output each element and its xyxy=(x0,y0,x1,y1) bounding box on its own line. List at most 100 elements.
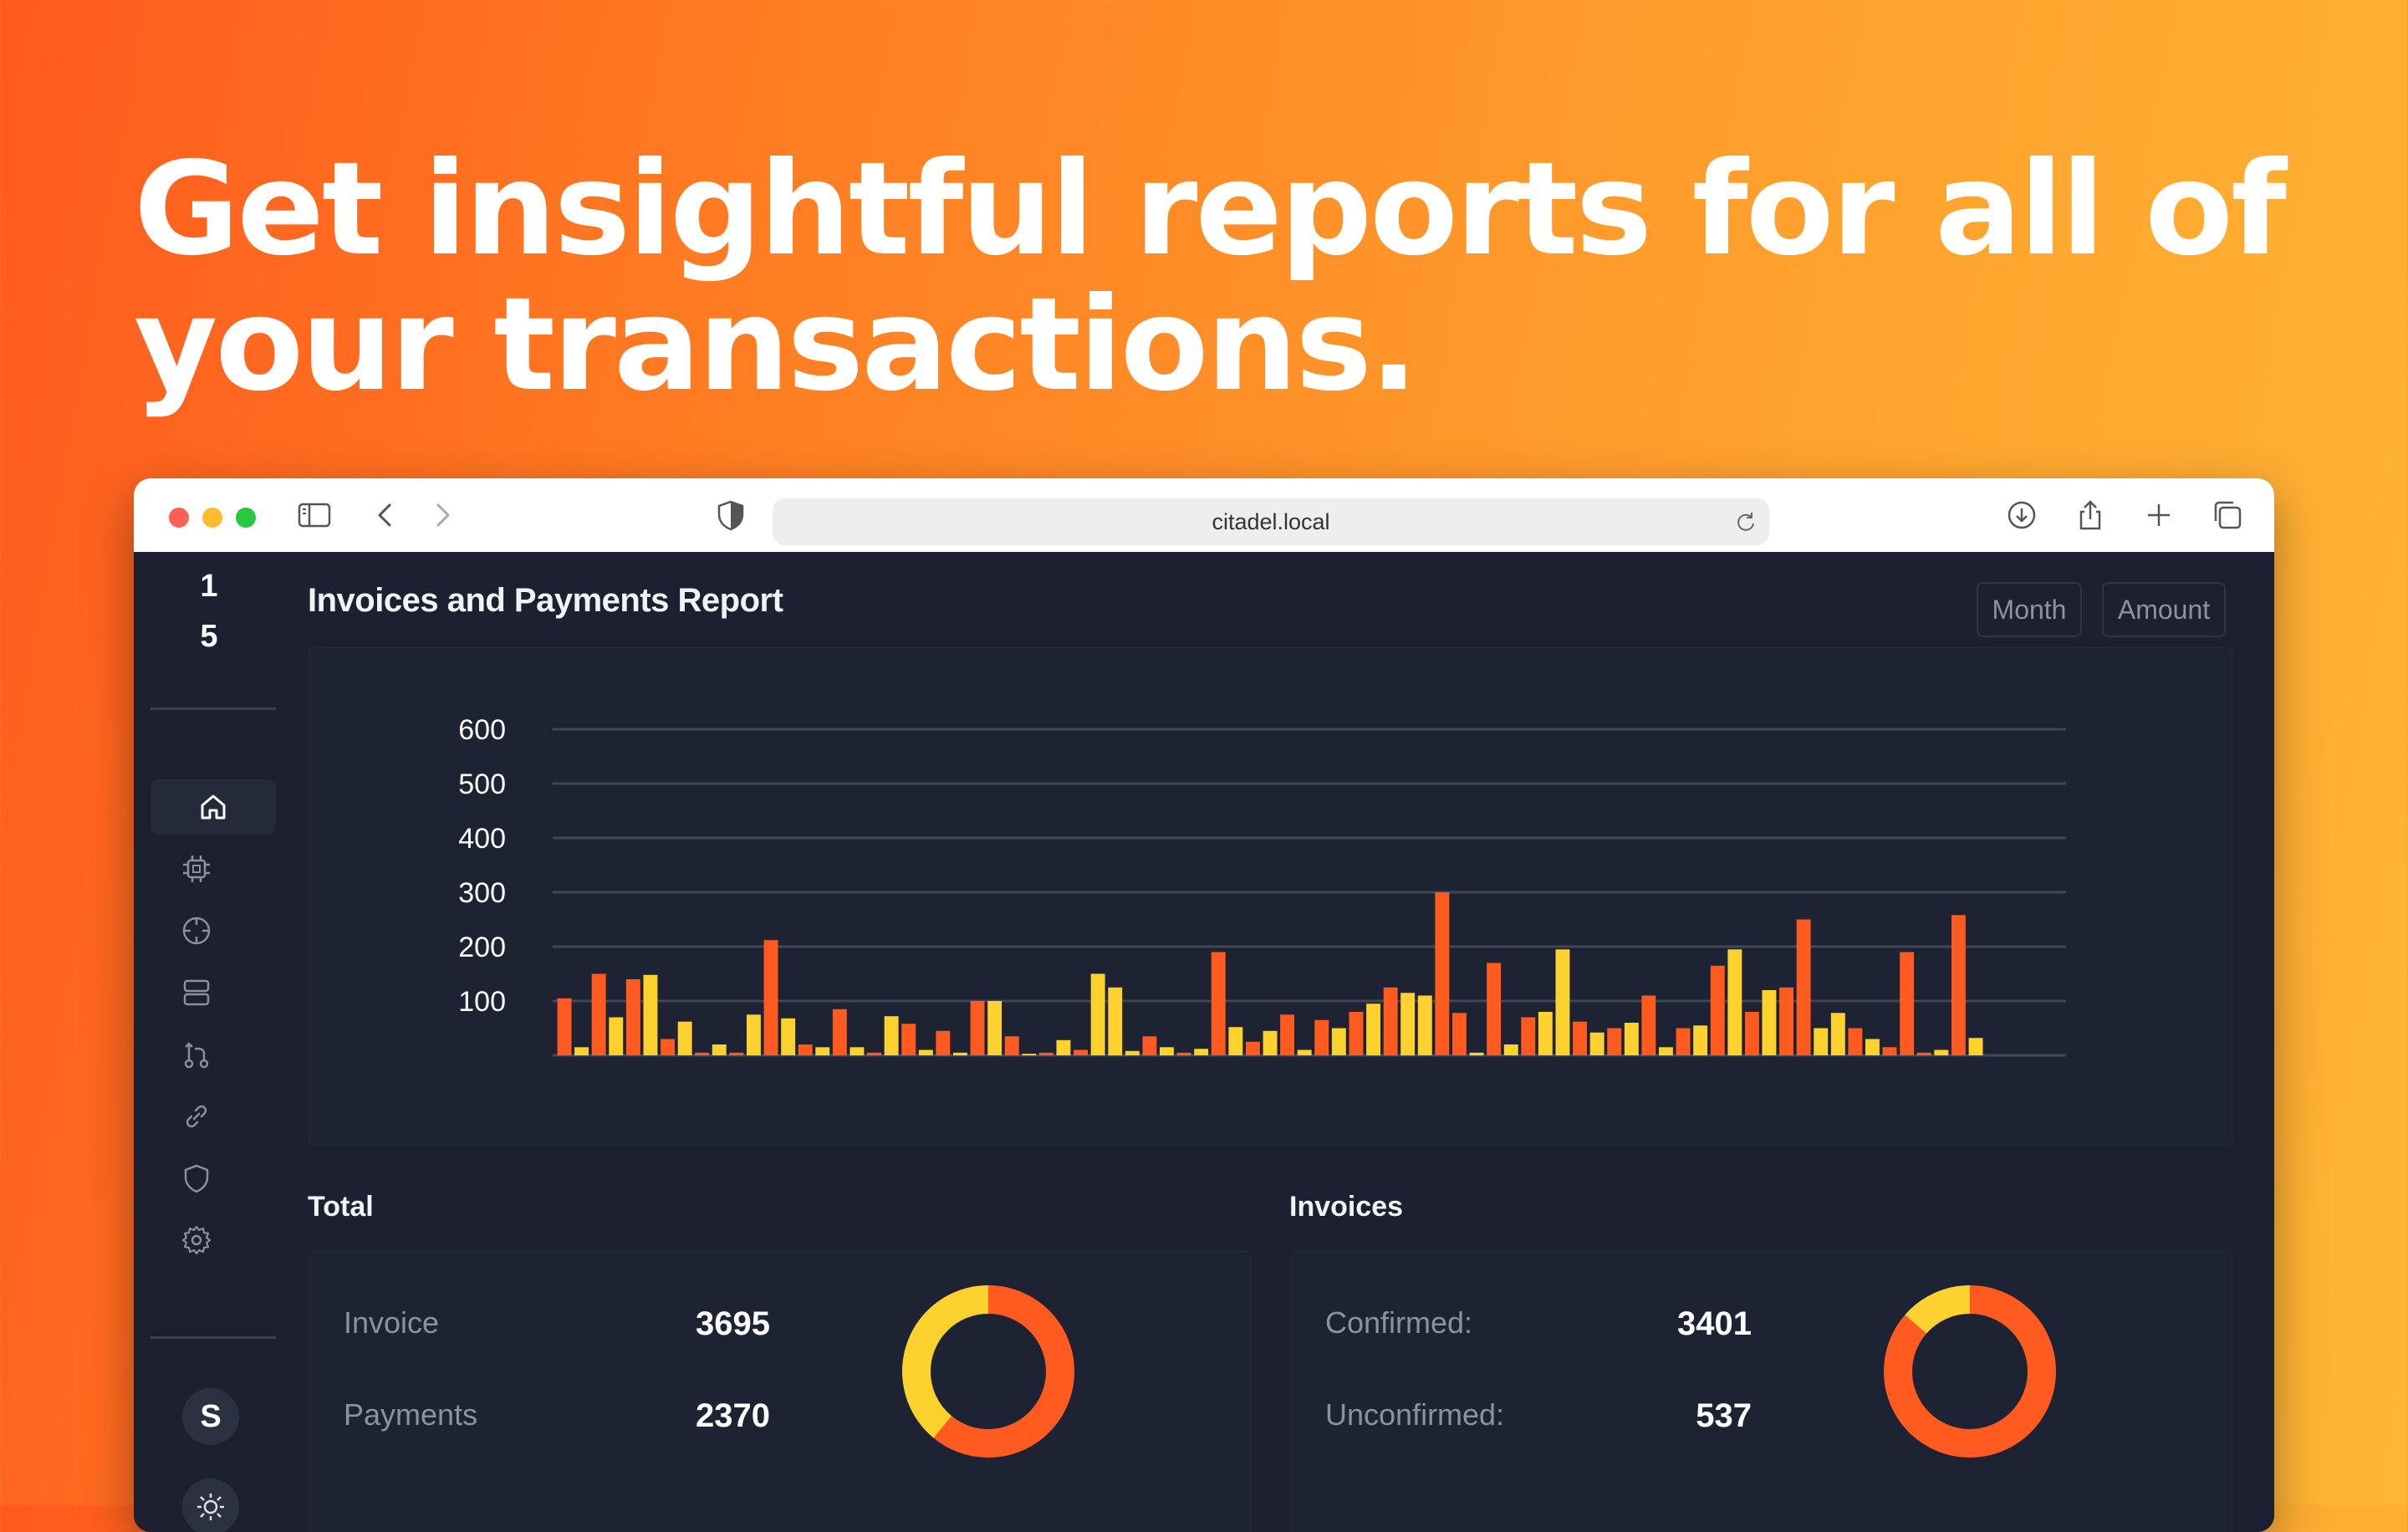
payment-bar[interactable] xyxy=(1417,995,1432,1056)
sidebar-item-crosshair[interactable] xyxy=(169,903,224,958)
invoice-bar[interactable] xyxy=(867,1052,881,1056)
payment-bar[interactable] xyxy=(1968,1038,1983,1055)
invoice-bar[interactable] xyxy=(1882,1047,1897,1056)
close-window-button[interactable] xyxy=(169,508,189,528)
invoice-bar[interactable] xyxy=(1314,1019,1329,1056)
invoice-bar[interactable] xyxy=(1900,952,1915,1056)
invoice-bar[interactable] xyxy=(591,973,606,1056)
payment-bar[interactable] xyxy=(574,1047,589,1056)
invoice-bar[interactable] xyxy=(1710,965,1725,1056)
invoice-bar[interactable] xyxy=(1246,1041,1260,1056)
sidebar-item-link[interactable] xyxy=(169,1089,224,1144)
invoice-bar[interactable] xyxy=(1004,1036,1019,1056)
invoice-bar[interactable] xyxy=(1848,1028,1863,1056)
invoice-bar[interactable] xyxy=(1349,1012,1364,1055)
sidebar-item-git-compare[interactable] xyxy=(169,1027,224,1082)
invoice-bar[interactable] xyxy=(1280,1014,1294,1056)
invoice-bar[interactable] xyxy=(1074,1049,1088,1056)
payment-bar[interactable] xyxy=(918,1049,933,1056)
sidebar-item-server[interactable] xyxy=(169,965,224,1020)
invoice-bar[interactable] xyxy=(1573,1021,1587,1055)
payment-bar[interactable] xyxy=(1865,1039,1880,1056)
payment-bar[interactable] xyxy=(1830,1013,1845,1055)
payment-bar[interactable] xyxy=(1814,1028,1829,1056)
invoice-bar[interactable] xyxy=(1452,1013,1467,1055)
payment-bar[interactable] xyxy=(1194,1049,1209,1055)
minimize-window-button[interactable] xyxy=(202,508,222,528)
invoice-bar[interactable] xyxy=(1487,963,1502,1056)
payment-bar[interactable] xyxy=(849,1047,865,1056)
new-tab-plus-icon[interactable] xyxy=(2140,497,2177,534)
payment-bar[interactable] xyxy=(1331,1028,1346,1056)
payment-bar[interactable] xyxy=(1125,1050,1140,1055)
payment-bar[interactable] xyxy=(712,1044,727,1055)
invoice-bar[interactable] xyxy=(1435,892,1450,1055)
theme-toggle-button[interactable] xyxy=(182,1478,239,1532)
invoice-bar[interactable] xyxy=(1211,952,1226,1056)
sidebar-toggle-icon[interactable] xyxy=(296,497,333,534)
invoice-bar[interactable] xyxy=(1796,919,1811,1056)
shield-privacy-icon[interactable] xyxy=(712,497,749,534)
payment-bar[interactable] xyxy=(1762,990,1777,1055)
amount-filter-button[interactable]: Amount xyxy=(2102,582,2226,637)
payment-bar[interactable] xyxy=(781,1018,796,1055)
tabs-overview-icon[interactable] xyxy=(2209,497,2246,534)
invoice-bar[interactable] xyxy=(936,1030,951,1056)
invoice-bar[interactable] xyxy=(1951,915,1966,1055)
payment-bar[interactable] xyxy=(1056,1039,1071,1055)
payment-bar[interactable] xyxy=(1297,1049,1312,1056)
invoice-bar[interactable] xyxy=(1039,1052,1054,1056)
payment-bar[interactable] xyxy=(987,1001,1002,1055)
invoice-bar[interactable] xyxy=(1779,987,1793,1056)
reload-icon[interactable] xyxy=(1734,510,1758,534)
payment-bar[interactable] xyxy=(1366,1003,1380,1056)
share-icon[interactable] xyxy=(2072,497,2109,534)
payment-bar[interactable] xyxy=(609,1017,624,1056)
payment-bar[interactable] xyxy=(815,1047,830,1056)
invoice-bar[interactable] xyxy=(1916,1052,1931,1056)
payment-bar[interactable] xyxy=(747,1014,761,1056)
sidebar-item-home[interactable] xyxy=(150,779,276,835)
payment-bar[interactable] xyxy=(1555,949,1570,1056)
invoice-bar[interactable] xyxy=(1641,995,1656,1056)
invoice-bar[interactable] xyxy=(1745,1012,1759,1055)
invoice-bar[interactable] xyxy=(661,1039,675,1056)
payment-bar[interactable] xyxy=(1090,973,1105,1056)
payment-bar[interactable] xyxy=(1108,987,1123,1056)
payment-bar[interactable] xyxy=(1659,1047,1673,1056)
invoice-bar[interactable] xyxy=(798,1044,813,1055)
payment-bar[interactable] xyxy=(643,974,658,1055)
payment-bar[interactable] xyxy=(1022,1054,1037,1056)
invoice-bar[interactable] xyxy=(1521,1017,1536,1056)
payment-bar[interactable] xyxy=(1263,1030,1278,1056)
invoice-bar[interactable] xyxy=(625,979,640,1055)
invoice-bar[interactable] xyxy=(1607,1028,1622,1056)
address-bar[interactable]: citadel.local xyxy=(773,498,1769,545)
invoice-bar[interactable] xyxy=(763,940,778,1055)
payment-bar[interactable] xyxy=(1538,1012,1553,1055)
payment-bar[interactable] xyxy=(1934,1049,1949,1056)
payment-bar[interactable] xyxy=(1624,1023,1639,1055)
sidebar-item-shield[interactable] xyxy=(169,1151,224,1206)
invoice-bar[interactable] xyxy=(832,1009,847,1056)
payment-bar[interactable] xyxy=(1727,949,1742,1056)
payment-bar[interactable] xyxy=(1400,993,1416,1056)
payment-bar[interactable] xyxy=(1589,1032,1604,1055)
invoice-bar[interactable] xyxy=(695,1052,710,1056)
sidebar-item-chip[interactable] xyxy=(169,841,224,896)
back-arrow-icon[interactable] xyxy=(368,497,405,534)
forward-arrow-icon[interactable] xyxy=(423,497,460,534)
invoice-bar[interactable] xyxy=(970,1001,985,1055)
payment-bar[interactable] xyxy=(1160,1047,1174,1056)
payment-bar[interactable] xyxy=(953,1052,967,1056)
month-filter-button[interactable]: Month xyxy=(1977,582,2082,637)
invoice-bar[interactable] xyxy=(1383,987,1398,1056)
payment-bar[interactable] xyxy=(1228,1027,1243,1055)
payment-bar[interactable] xyxy=(1469,1052,1484,1056)
payment-bar[interactable] xyxy=(677,1021,692,1055)
zoom-window-button[interactable] xyxy=(236,508,256,528)
payment-bar[interactable] xyxy=(1503,1044,1518,1055)
payment-bar[interactable] xyxy=(884,1016,899,1055)
sidebar-item-settings[interactable] xyxy=(169,1213,224,1268)
payment-bar[interactable] xyxy=(1693,1025,1708,1056)
